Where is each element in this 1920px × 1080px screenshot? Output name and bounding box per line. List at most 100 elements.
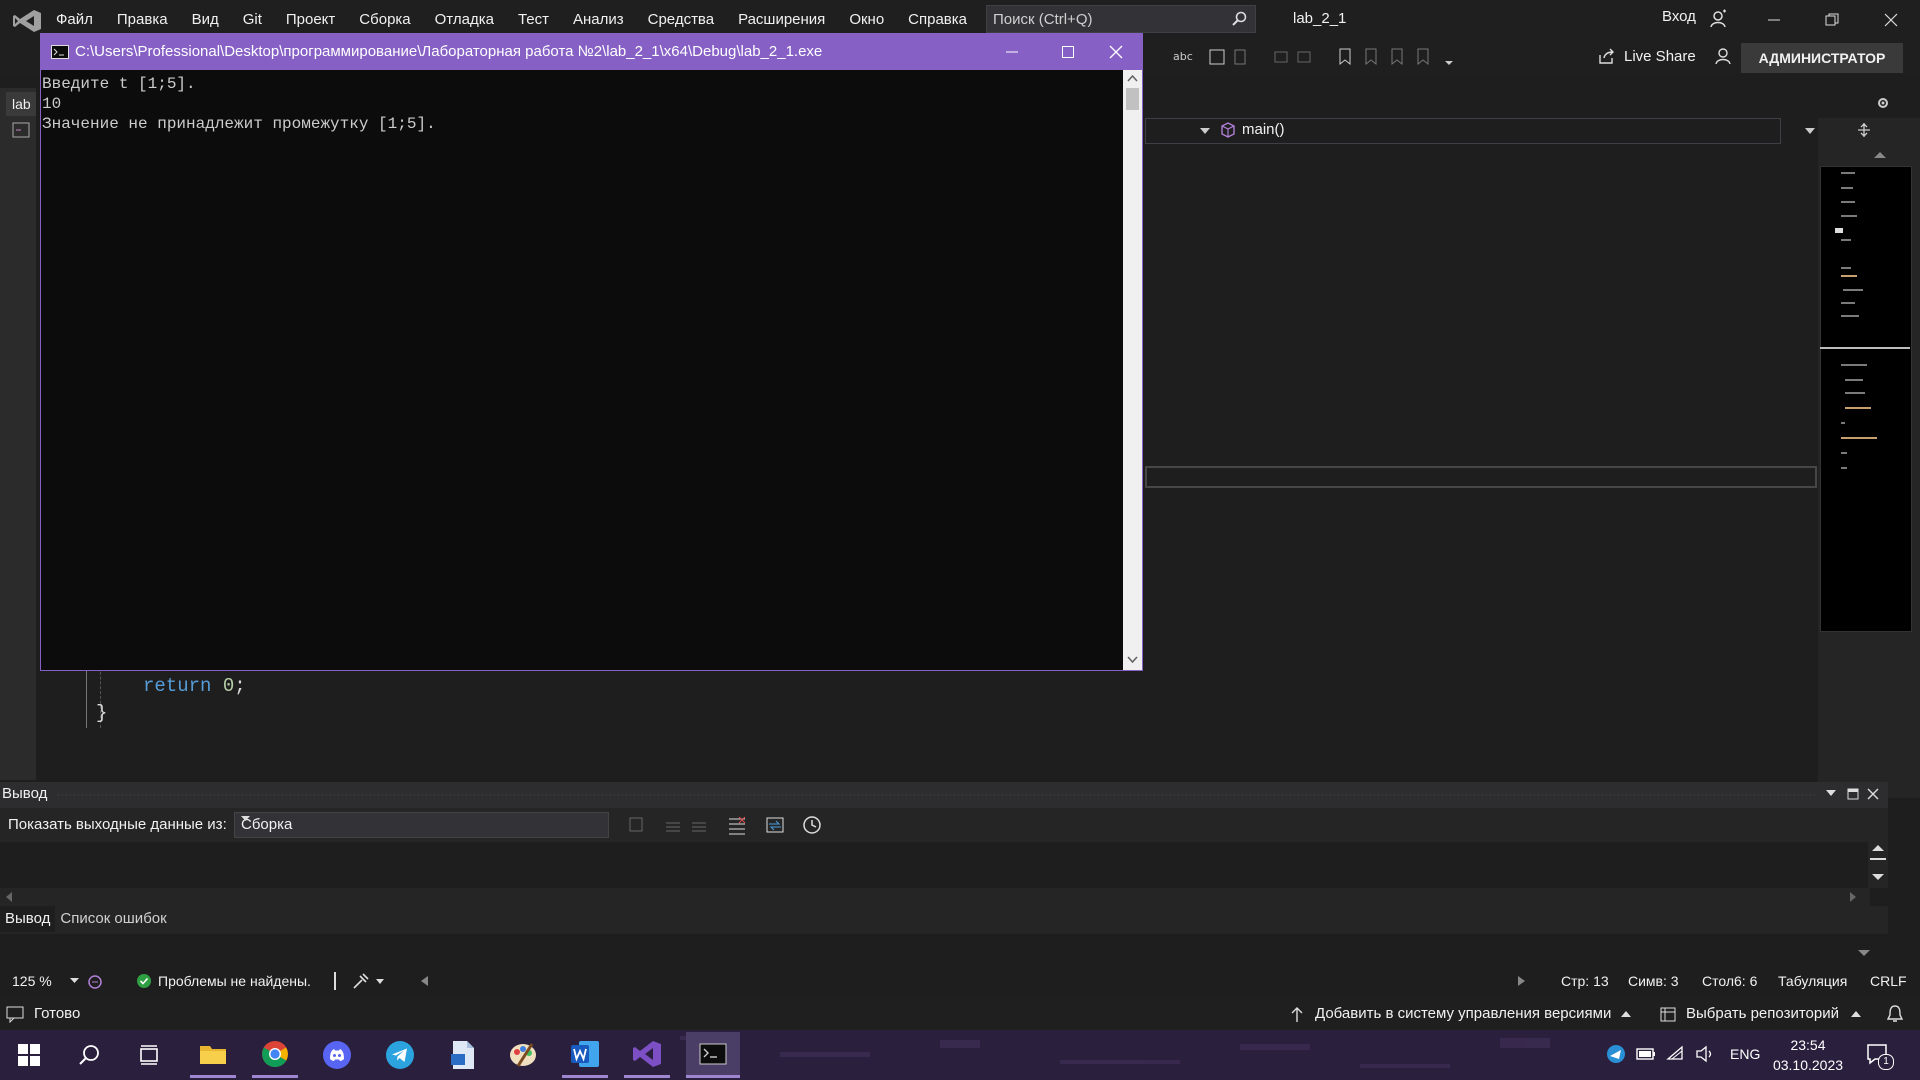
chevron-down-icon <box>241 816 602 822</box>
output-source-select[interactable]: Сборка <box>234 812 609 838</box>
volume-icon[interactable] <box>1695 1045 1715 1063</box>
console-title-bar[interactable]: C:\Users\Professional\Desktop\программир… <box>41 34 1142 70</box>
panel-maximize-icon[interactable] <box>1847 788 1859 800</box>
problems-status[interactable]: Проблемы не найдены. <box>158 973 311 989</box>
output-toolbar-icons[interactable] <box>626 814 826 836</box>
console-scroll-thumb[interactable] <box>1126 88 1139 110</box>
live-share-button[interactable]: Live Share <box>1598 46 1734 66</box>
indent-guide <box>86 662 87 728</box>
hscroll-right-icon[interactable] <box>1518 976 1526 986</box>
editor-bottom-area <box>0 934 1888 970</box>
arrow-up-icon <box>1291 1007 1303 1022</box>
scroll-down-arrow-icon[interactable] <box>1127 656 1138 664</box>
search-input[interactable]: Поиск (Ctrl+Q) <box>986 5 1256 33</box>
taskbar-clock[interactable]: 23:54 03.10.2023 <box>1760 1035 1856 1075</box>
left-tool-strip <box>0 88 36 780</box>
return-value: 0 <box>222 675 235 697</box>
cursor-char[interactable]: Симв: 3 <box>1628 973 1679 989</box>
signin-link[interactable]: Вход <box>1662 8 1696 25</box>
discord-icon[interactable] <box>314 1032 360 1078</box>
tray-network-globe-icon[interactable] <box>1606 1044 1626 1064</box>
search-placeholder: Поиск (Ctrl+Q) <box>993 11 1093 28</box>
zoom-chevron-down-icon[interactable] <box>70 978 79 984</box>
feedback-icon[interactable] <box>1714 46 1734 66</box>
panel-close-icon[interactable] <box>1867 788 1879 800</box>
tab-error-list[interactable]: Список ошибок <box>55 906 171 932</box>
console-app-icon <box>51 45 69 59</box>
file-app-icon[interactable] <box>440 1032 486 1078</box>
output-panel-header <box>0 782 1888 808</box>
file-explorer-icon[interactable] <box>190 1032 236 1078</box>
check-circle-icon <box>137 974 151 988</box>
notifications-bell-icon[interactable] <box>1886 1004 1904 1024</box>
chevron-up-icon[interactable] <box>1851 1010 1861 1017</box>
file-tab[interactable]: lab <box>6 92 36 116</box>
console-line: 10 <box>42 95 62 113</box>
console-output[interactable]: Введите t [1;5]. 10 Значение не принадле… <box>41 70 1123 670</box>
add-to-source-control[interactable]: Добавить в систему управления версиями <box>1315 1005 1611 1022</box>
indent-mode[interactable]: Табуляция <box>1778 973 1847 989</box>
zoom-level[interactable]: 125 % <box>12 973 52 989</box>
chevron-up-icon[interactable] <box>1621 1010 1631 1017</box>
hscroll-left-icon[interactable] <box>420 976 428 986</box>
output-hscrollbar[interactable] <box>0 888 1870 906</box>
action-center-icon[interactable]: 1 <box>1866 1042 1894 1070</box>
telegram-icon[interactable] <box>377 1032 423 1078</box>
app-status-bar: Готово Добавить в систему управления вер… <box>0 998 1920 1030</box>
wifi-icon[interactable] <box>1666 1045 1686 1063</box>
taskbar-wallpaper-texture <box>680 1036 1550 1068</box>
console-close-button[interactable] <box>1088 34 1144 70</box>
admin-badge[interactable]: АДМИНИСТРАТОР <box>1741 43 1903 73</box>
minimap-viewport-marker[interactable] <box>1820 347 1910 349</box>
account-icon[interactable] <box>1708 9 1728 29</box>
output-window-icon[interactable] <box>6 1005 24 1023</box>
close-button[interactable] <box>1862 0 1920 40</box>
class-view-icon[interactable] <box>12 122 30 138</box>
scroll-up-arrow-icon[interactable] <box>1127 74 1138 82</box>
console-taskbar-icon[interactable] <box>686 1032 740 1078</box>
solution-name: lab_2_1 <box>1293 10 1347 27</box>
code-line-return: return 0; <box>143 675 246 697</box>
output-text-area[interactable] <box>0 842 1870 888</box>
start-button[interactable] <box>6 1032 52 1078</box>
function-selector[interactable]: main() <box>1220 121 1285 138</box>
console-scrollbar[interactable] <box>1123 70 1142 670</box>
console-window[interactable]: C:\Users\Professional\Desktop\программир… <box>40 33 1143 671</box>
visual-studio-icon[interactable] <box>624 1032 670 1078</box>
minimap[interactable] <box>1820 166 1912 632</box>
cursor-column[interactable]: Стол6: 6 <box>1702 973 1757 989</box>
intellicode-icon[interactable] <box>86 973 104 991</box>
show-output-from-label: Показать выходные данные из: <box>8 816 227 833</box>
closing-brace: } <box>96 702 108 724</box>
scope-dropdown-chevron-icon[interactable] <box>1200 128 1210 134</box>
line-ending[interactable]: CRLF <box>1870 973 1907 989</box>
task-view-icon[interactable] <box>126 1032 172 1078</box>
console-minimize-button[interactable] <box>984 34 1040 70</box>
split-editor-icon[interactable] <box>1856 122 1872 138</box>
tab-output[interactable]: Вывод <box>0 906 56 932</box>
search-icon <box>1231 11 1247 27</box>
battery-icon[interactable] <box>1636 1047 1656 1061</box>
chrome-icon[interactable] <box>252 1032 298 1078</box>
semicolon: ; <box>234 675 246 697</box>
taskbar-search-icon[interactable] <box>66 1032 112 1078</box>
panel-grip <box>58 794 1818 796</box>
input-language[interactable]: ENG <box>1730 1046 1760 1062</box>
minimize-button[interactable] <box>1745 0 1803 40</box>
code-cleanup-brush-icon[interactable] <box>352 972 388 990</box>
output-tabs: Вывод Список ошибок <box>0 906 1888 934</box>
output-vscrollbar[interactable] <box>1868 842 1888 888</box>
restore-button[interactable] <box>1803 0 1861 40</box>
select-repository[interactable]: Выбрать репозиторий <box>1686 1005 1839 1022</box>
word-icon[interactable] <box>562 1032 608 1078</box>
panel-dropdown-chevron-icon[interactable] <box>1826 790 1836 797</box>
function-dropdown-chevron-icon[interactable] <box>1805 128 1815 134</box>
settings-gear-icon[interactable] <box>1876 96 1890 110</box>
paint-app-icon[interactable] <box>500 1032 546 1078</box>
toolbar-icons[interactable]: abc <box>1140 46 1460 70</box>
scroll-up-arrow-icon[interactable] <box>1874 150 1886 158</box>
cursor-line[interactable]: Стр: 13 <box>1561 973 1609 989</box>
visual-studio-logo-icon[interactable] <box>12 9 42 33</box>
windows-logo-icon <box>18 1044 40 1066</box>
clock-time: 23:54 <box>1790 1037 1826 1053</box>
